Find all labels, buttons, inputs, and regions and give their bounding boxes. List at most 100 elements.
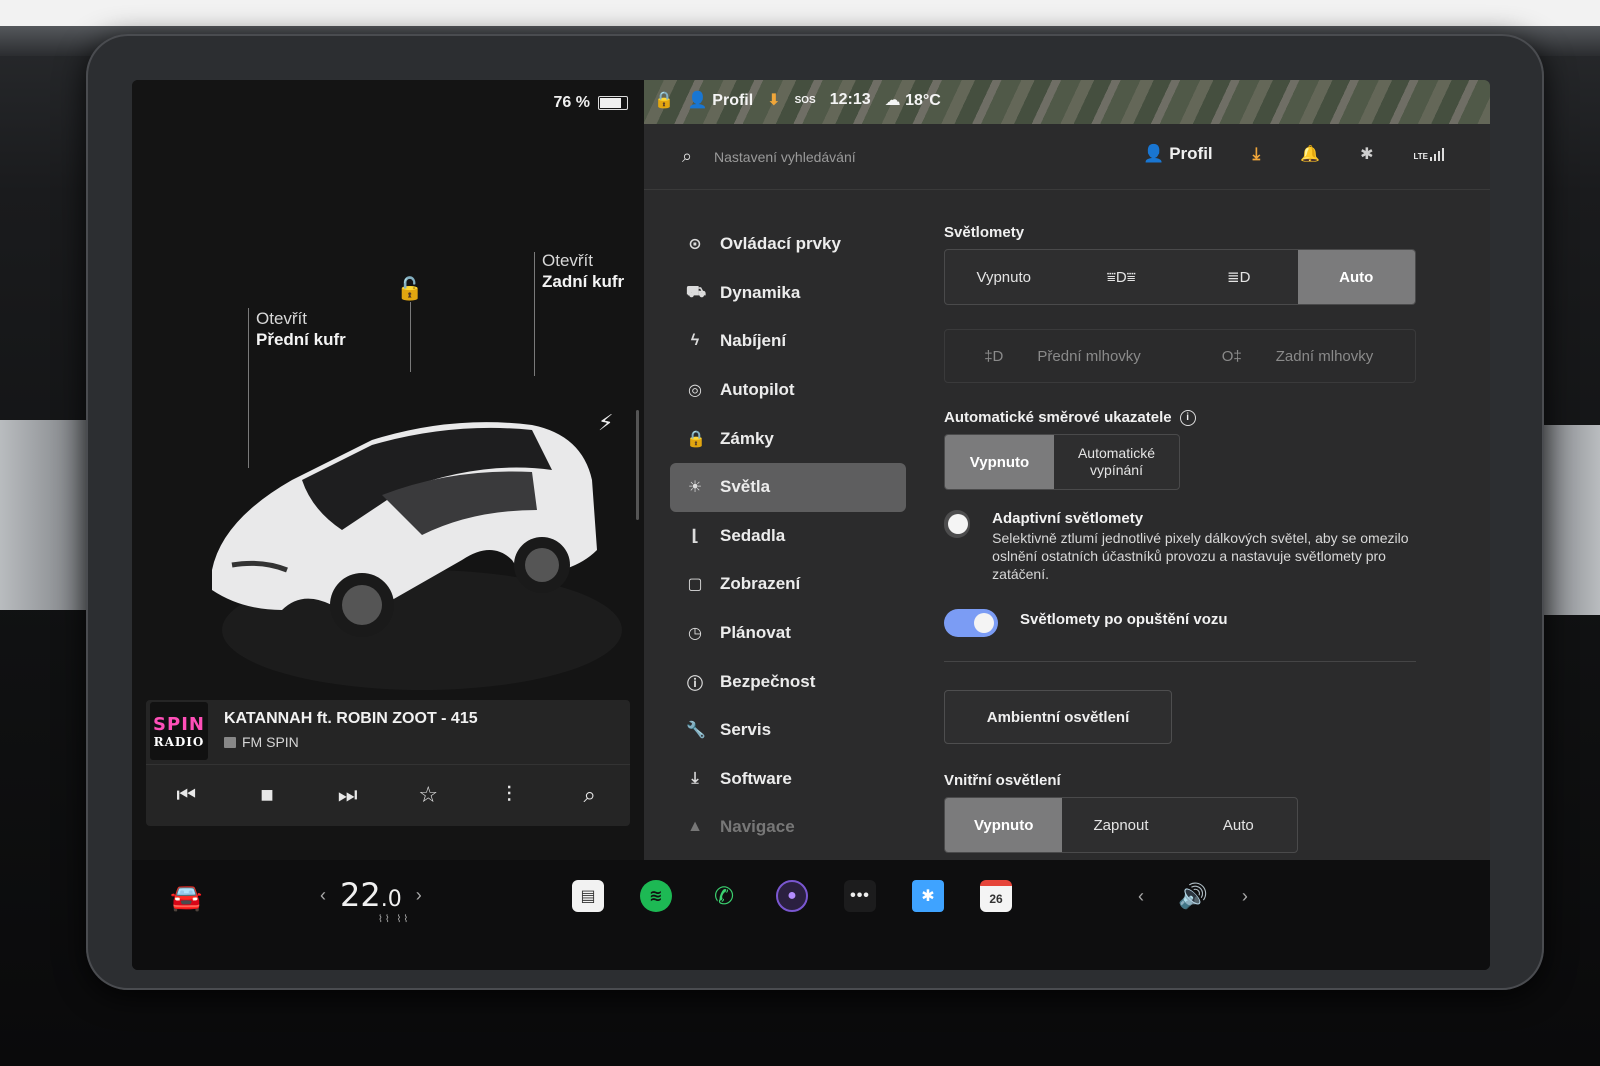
turn-signals-title: Automatické směrové ukazatele i	[944, 409, 1416, 426]
bluetooth-icon[interactable]: ✱	[1360, 144, 1373, 164]
status-temperature: ☁ 18°C	[884, 92, 941, 109]
stop-icon[interactable]: ■	[247, 775, 287, 815]
turn-signals-auto-option[interactable]: Automatické vypínání	[1054, 435, 1179, 489]
car-model-image	[212, 422, 622, 690]
next-track-icon[interactable]: ⏭	[328, 775, 368, 815]
unlock-icon[interactable]: 🔓	[396, 276, 423, 302]
interior-auto-option[interactable]: Auto	[1180, 798, 1297, 852]
sidebar-item-car[interactable]: ⛟ Dynamika	[670, 269, 906, 318]
seat-icon: ⌊	[691, 527, 699, 545]
toggle-icon: ⊙	[688, 236, 702, 254]
sidebar-item-sun[interactable]: ☀ Světla	[670, 462, 906, 512]
front-fog-button[interactable]: ‡D Přední mlhovky	[945, 330, 1180, 382]
sidebar-item-download[interactable]: ⤓ Software	[670, 755, 906, 804]
temp-increase-chevron-icon[interactable]: ›	[416, 885, 422, 906]
rear-trunk-name: Zadní kufr	[542, 272, 625, 291]
cabin-temperature[interactable]: 22.0	[340, 876, 402, 914]
turn-signals-off-option[interactable]: Vypnuto	[945, 435, 1054, 489]
fog-lights-row: ‡D Přední mlhovky O‡ Zadní mlhovky	[944, 329, 1416, 383]
rear-fog-button[interactable]: O‡ Zadní mlhovky	[1180, 330, 1415, 382]
volume-up-chevron-icon[interactable]: ›	[1242, 886, 1248, 907]
front-trunk-button[interactable]: Otevřít Přední kufr	[256, 308, 346, 350]
steering-wheel-icon: ◎	[688, 382, 702, 400]
exit-lights-toggle[interactable]	[944, 609, 998, 637]
sidebar-item-label: Servis	[720, 720, 772, 740]
sidebar-item-lock[interactable]: 🔒 Zámky	[670, 414, 906, 463]
speaker-icon[interactable]: 🔊	[1178, 882, 1208, 911]
profile-button[interactable]: 👤 Profil	[1143, 144, 1212, 164]
sidebar-item-toggle[interactable]: ⊙ Ovládací prvky	[670, 220, 906, 269]
headlights-title: Světlomety	[944, 224, 1025, 241]
media-search-icon[interactable]: ⌕	[570, 775, 610, 815]
volume-control: ‹ 🔊 ›	[1138, 882, 1248, 911]
sidebar-item-bolt[interactable]: ϟ Nabíjení	[670, 317, 906, 366]
window-light-left	[0, 420, 86, 610]
sidebar-item-seat[interactable]: ⌊ Sedadla	[670, 512, 906, 561]
media-controls: ⏮ ■ ⏭ ☆ ⫶ ⌕	[146, 764, 630, 826]
settings-panel: 🔒 👤 Profil ⬇ SOS 12:13 ☁ 18°C ⌕ 👤 Profil…	[644, 80, 1490, 860]
notes-app-icon[interactable]: ▤	[572, 880, 604, 912]
interior-off-option[interactable]: Vypnuto	[945, 798, 1063, 852]
navigation-icon: ▲	[687, 818, 703, 836]
bell-icon[interactable]: 🔔	[1300, 144, 1320, 164]
front-trunk-action: Otevřít	[256, 309, 308, 328]
spotify-app-icon[interactable]: ≋	[640, 880, 672, 912]
interior-on-option[interactable]: Zapnout	[1062, 798, 1179, 852]
car-icon: ⛟	[686, 283, 707, 301]
sidebar-item-label: Software	[720, 768, 792, 788]
parking-lights-option[interactable]: ⩸D⩸	[1063, 250, 1181, 304]
low-beam-icon: ≣D	[1227, 269, 1251, 286]
sidebar-item-display[interactable]: ▢ Zobrazení	[670, 560, 906, 609]
headlights-off-option[interactable]: Vypnuto	[945, 250, 1063, 304]
volume-down-chevron-icon[interactable]: ‹	[1138, 886, 1144, 907]
low-beam-option[interactable]: ≣D	[1180, 250, 1298, 304]
settings-nav: ⊙ Ovládací prvky ⛟ Dynamika ϟ Nabíjení ◎ Autopi…	[670, 220, 906, 852]
rear-trunk-button[interactable]: Otevřít Zadní kufr	[542, 250, 624, 292]
more-apps-icon[interactable]: •••	[844, 880, 876, 912]
panel-scrollbar[interactable]	[636, 410, 639, 520]
turn-signals-selector: Vypnuto Automatické vypínání	[944, 434, 1180, 490]
sun-icon: ☀	[687, 479, 703, 497]
exit-lights-title: Světlomety po opuštění vozu	[1020, 611, 1228, 628]
sidebar-item-label: Bezpečnost	[720, 671, 816, 691]
map-status-bar: 🔒 👤 Profil ⬇ SOS 12:13 ☁ 18°C	[644, 80, 1490, 124]
status-row: 🔒 👤 Profil ⬇ SOS 12:13 ☁ 18°C	[654, 90, 941, 110]
headlights-auto-option[interactable]: Auto	[1297, 250, 1415, 304]
touchscreen: 76 % Otevřít Přední kufr Otevřít Zadní k…	[132, 80, 1490, 970]
sidebar-item-alert[interactable]: ⓘ Bezpečnost	[670, 657, 906, 706]
rear-fog-icon: O‡	[1221, 347, 1242, 365]
settings-topbar: ⌕ 👤 Profil ⤓ 🔔 ✱ LTE	[644, 124, 1490, 190]
front-fog-icon: ‡D	[984, 347, 1004, 365]
bluetooth-app-icon[interactable]: ✱	[912, 880, 944, 912]
sos-icon[interactable]: SOS	[795, 95, 816, 106]
temp-decrease-chevron-icon[interactable]: ‹	[320, 885, 326, 906]
calendar-app-icon[interactable]: 26	[980, 880, 1012, 912]
track-title: KATANNAH ft. ROBIN ZOOT - 415	[224, 710, 478, 727]
topbar-actions: 👤 Profil ⤓ 🔔 ✱ LTE	[1143, 144, 1444, 164]
equalizer-icon[interactable]: ⫶	[489, 775, 529, 815]
settings-search-input[interactable]	[714, 144, 1014, 170]
camera-app-icon[interactable]: ●	[776, 880, 808, 912]
previous-track-icon[interactable]: ⏮	[166, 775, 206, 815]
sidebar-item-steering-wheel[interactable]: ◎ Autopilot	[670, 366, 906, 415]
sidebar-item-label: Zámky	[720, 428, 774, 448]
sidebar-item-clock[interactable]: ◷ Plánovat	[670, 609, 906, 658]
ambient-lighting-button[interactable]: Ambientní osvětlení	[944, 690, 1172, 744]
rear-trunk-action: Otevřít	[542, 251, 594, 270]
favorite-star-icon[interactable]: ☆	[408, 775, 448, 815]
sidebar-item-wrench[interactable]: 🔧 Servis	[670, 706, 906, 755]
lock-status-icon[interactable]: 🔒	[654, 90, 674, 110]
status-profile[interactable]: 👤 Profil	[688, 90, 753, 110]
seat-heater-icon[interactable]: ⌇⌇ ⌇⌇	[378, 914, 410, 925]
adaptive-headlights-title: Adaptivní světlomety	[992, 510, 1144, 527]
rear-trunk-callout	[534, 252, 535, 376]
phone-app-icon[interactable]: ✆	[708, 880, 740, 912]
clock-icon: ◷	[688, 625, 702, 643]
car-controls-icon[interactable]: 🚘	[170, 882, 202, 913]
sidebar-item-label: Ovládací prvky	[720, 234, 841, 254]
adaptive-headlights-toggle[interactable]	[944, 510, 971, 538]
download-icon[interactable]: ⤓	[1253, 144, 1261, 164]
wrench-icon: 🔧	[686, 722, 706, 740]
info-icon[interactable]: i	[1179, 409, 1196, 426]
sidebar-item-navigation[interactable]: ▲ Navigace	[670, 803, 906, 852]
